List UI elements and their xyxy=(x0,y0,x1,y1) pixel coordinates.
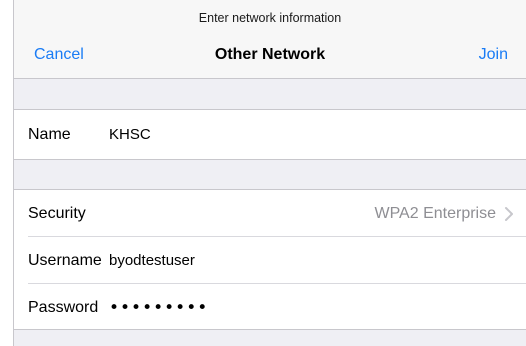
network-name-group: Name KHSC xyxy=(14,109,526,160)
password-row: Password ••••••••• xyxy=(14,284,526,331)
name-label: Name xyxy=(28,125,71,143)
security-label: Security xyxy=(28,204,86,222)
other-network-sheet: Enter network information Cancel Other N… xyxy=(13,0,526,346)
sheet-prompt: Enter network information xyxy=(198,11,342,25)
password-input[interactable]: ••••••••• xyxy=(109,298,409,318)
password-label: Password xyxy=(28,298,99,316)
credentials-group: Security WPA2 Enterprise Username Passwo… xyxy=(14,189,526,330)
name-row[interactable]: Name KHSC xyxy=(14,110,526,159)
username-label: Username xyxy=(28,251,102,269)
security-row[interactable]: Security WPA2 Enterprise xyxy=(14,190,526,237)
username-row: Username xyxy=(14,237,526,284)
join-button[interactable]: Join xyxy=(479,46,508,64)
security-value: WPA2 Enterprise xyxy=(374,204,496,222)
page-title: Other Network xyxy=(214,46,326,63)
navigation-bar: Enter network information Cancel Other N… xyxy=(14,0,526,79)
name-field[interactable]: KHSC xyxy=(109,126,151,143)
username-input[interactable] xyxy=(109,252,409,269)
chevron-right-icon xyxy=(505,206,513,221)
